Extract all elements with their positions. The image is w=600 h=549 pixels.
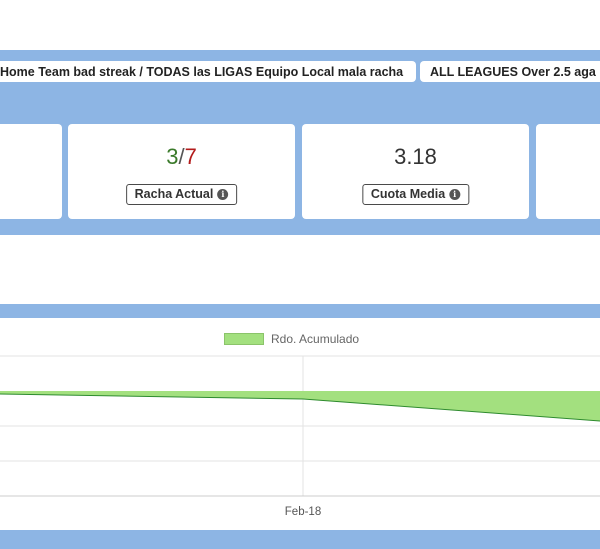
racha-total: 7 bbox=[184, 144, 197, 169]
stat-card-cuota-media: 3.18 Cuota Media i bbox=[302, 124, 529, 219]
racha-actual-value: 3/7 bbox=[68, 144, 295, 170]
cuota-media-button[interactable]: Cuota Media i bbox=[361, 184, 470, 205]
cuota-media-label: Cuota Media bbox=[370, 187, 446, 201]
racha-actual-button[interactable]: Racha Actual i bbox=[125, 184, 238, 205]
chart-gridlines bbox=[0, 355, 600, 496]
racha-won: 3 bbox=[166, 144, 179, 169]
tab-home-team-bad-streak[interactable]: Home Team bad streak / TODAS las LIGAS E… bbox=[0, 61, 416, 82]
bottom-band bbox=[0, 530, 600, 549]
accumulated-result-chart: Feb-18 bbox=[0, 355, 600, 518]
info-icon: i bbox=[217, 189, 229, 200]
cuota-media-value: 3.18 bbox=[394, 144, 437, 169]
racha-actual-label: Racha Actual bbox=[134, 187, 214, 201]
info-icon: i bbox=[449, 189, 461, 200]
chart-top-band bbox=[0, 304, 600, 318]
x-tick-label: Feb-18 bbox=[285, 506, 321, 518]
stat-card-left-partial bbox=[0, 124, 62, 219]
stat-card-racha-actual: 3/7 Racha Actual i bbox=[68, 124, 295, 219]
stat-card-right-partial bbox=[536, 124, 600, 219]
tab-all-leagues-over-2-5[interactable]: ALL LEAGUES Over 2.5 aga bbox=[420, 61, 600, 82]
